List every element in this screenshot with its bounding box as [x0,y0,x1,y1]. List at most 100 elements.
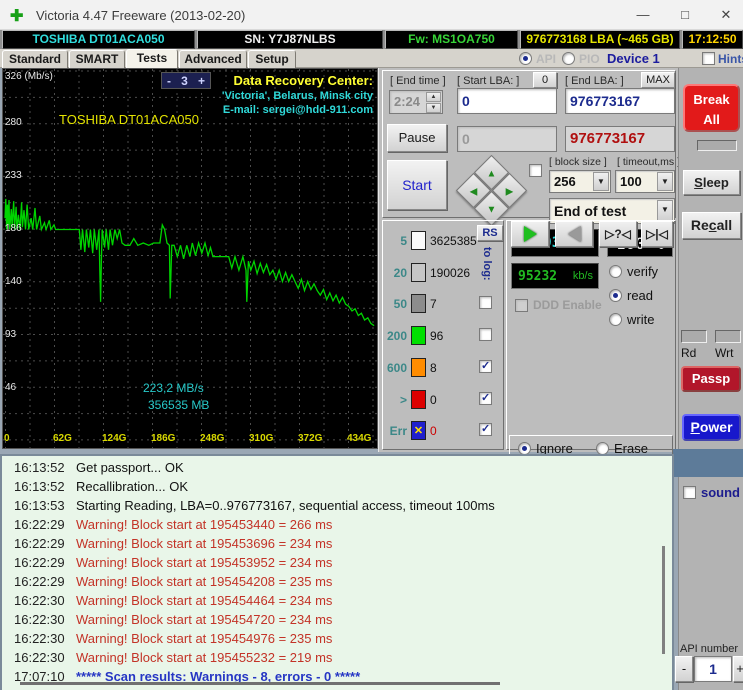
log-time: 16:22:29 [14,555,65,570]
log-row: 16:13:52 Get passport... OK [2,460,672,479]
start-lba-input[interactable] [457,88,557,114]
seek-question-button[interactable]: ▷?◁ [599,221,637,247]
play-button[interactable] [511,221,549,247]
pio-radio[interactable] [562,52,575,65]
log-row: 16:13:53 Starting Reading, LBA=0..9767731… [2,498,672,517]
current-speed-overlay: 223,2 MB/s [143,381,204,395]
back-button[interactable] [555,221,593,247]
maximize-button[interactable]: □ [668,0,702,29]
api-number-label: API number [680,643,739,655]
ddd-enable-label: DDD Enable [533,298,602,312]
legend-count: 190026 [430,265,471,280]
minimize-button[interactable]: — [626,0,660,29]
log-time: 16:22:30 [14,593,65,608]
end-time-spinner[interactable]: 2:24 ▲ ▼ [389,90,443,114]
dropdown-arrow-icon[interactable]: ▼ [593,172,609,191]
rd-label: Rd [681,346,697,360]
api-plus-button[interactable]: + [733,656,743,682]
log-vertical-scrollbar[interactable] [662,546,665,654]
power-button[interactable]: Power [682,414,741,441]
close-button[interactable]: ✕ [709,0,743,29]
log-message: Warning! Block start at 195453952 = 234 … [76,555,333,570]
pause-button[interactable]: Pause [387,124,447,152]
nav-down-icon: ▼ [486,204,497,216]
control-panel: [ End time ] 2:24 ▲ ▼ Pause Start [ Star… [378,68,680,523]
x-tick-label: 186G [151,433,176,444]
api-number-field[interactable]: 1 [694,656,732,682]
tab-smart[interactable]: SMART [69,50,125,68]
dropdown-arrow-icon[interactable]: ▼ [657,172,673,191]
sound-label: sound [701,485,740,500]
log-time: 16:13:52 [14,479,65,494]
legend-color-swatch [411,262,426,282]
y-tick-label: 233 [5,170,22,182]
busy-indicator [697,140,737,151]
sound-checkbox[interactable] [683,486,696,499]
y-axis-top-label: 326 (Mb/s) [5,71,53,82]
log-time: 16:22:30 [14,631,65,646]
legend-color-swatch [411,231,426,250]
legend-speed-label: 200 [386,329,407,344]
tab-setup[interactable]: Setup [248,50,296,68]
log-row: 16:13:52 Recallibration... OK [2,479,672,498]
drive-capacity: 976773168 LBA (~465 GB) [520,30,680,49]
log-time: 16:22:29 [14,517,65,532]
graph-zoom-plus[interactable]: + [198,74,205,88]
log-row: 16:22:29 Warning! Block start at 19545420… [2,574,672,593]
graph-zoom-minus[interactable]: - [167,74,171,88]
legend-speed-label: 5 [400,234,407,248]
verify-label: verify [627,264,659,279]
recall-button[interactable]: Recall [682,212,741,239]
end-lba-input[interactable] [565,88,675,114]
read-radio[interactable] [609,289,622,302]
target-lba-display: 976773167 [565,126,675,152]
block-size-dropdown[interactable]: 256 ▼ [549,170,611,193]
legend-log-checkbox[interactable] [479,296,492,310]
x-tick-label: 62G [53,433,72,444]
end-lba-label: [ End LBA: ] [565,75,624,87]
start-lba-label: [ Start LBA: ] [457,75,520,87]
title-bar: ✚ Victoria 4.47 Freeware (2013-02-20) — … [0,0,743,30]
graph-zoom-value: 3 [181,73,188,88]
back-icon [567,226,581,242]
speed-value: 95232 [518,269,558,284]
legend-log-checkbox[interactable] [479,328,492,342]
log-time: 16:22:29 [14,536,65,551]
hints-checkbox[interactable] [702,52,715,65]
tab-strip: Standard SMART Tests Advanced Setup API … [0,49,743,68]
legend-count: 0 [430,424,437,439]
ddd-enable-checkbox[interactable] [515,299,528,312]
sleep-button[interactable]: Sleep [683,170,740,195]
start-button[interactable]: Start [387,160,447,210]
log-row: 16:22:29 Warning! Block start at 19545344… [2,517,672,536]
timeout-dropdown[interactable]: 100 ▼ [615,170,675,193]
nav-checkbox[interactable] [529,164,542,177]
log-horizontal-scrollbar[interactable] [20,682,500,685]
end-time-up-icon[interactable]: ▲ [426,92,441,102]
seek-end-button[interactable]: ▷|◁ [641,221,673,247]
dropdown-arrow-icon[interactable]: ▼ [657,200,673,222]
rs-button[interactable]: RS [477,225,503,241]
max-lba-button[interactable]: MAX [641,72,675,88]
start-lba-zero-button[interactable]: 0 [533,72,557,88]
tab-standard[interactable]: Standard [2,50,68,68]
end-time-down-icon[interactable]: ▼ [426,103,441,113]
log-message: Warning! Block start at 195454976 = 235 … [76,631,333,646]
tab-tests[interactable]: Tests [126,49,178,68]
verify-radio[interactable] [609,265,622,278]
break-all-button[interactable]: Break All [683,84,740,132]
legend-log-checkbox[interactable] [479,359,492,373]
passp-button[interactable]: Passp [681,366,741,392]
legend-log-checkbox[interactable] [479,391,492,405]
tab-advanced[interactable]: Advanced [179,50,247,68]
log-message: Warning! Block start at 195453440 = 266 … [76,517,333,532]
write-radio[interactable] [609,313,622,326]
legend-log-checkbox[interactable] [479,422,492,437]
api-radio[interactable] [519,52,532,65]
graph-zoom-control[interactable]: - 3 + [161,72,211,89]
drive-model: TOSHIBA DT01ACA050 [2,30,195,49]
log-row: 16:22:30 Warning! Block start at 19545523… [2,650,672,669]
api-minus-button[interactable]: - [675,656,693,682]
legend-color-swatch [411,389,426,409]
log-message: Warning! Block start at 195454720 = 234 … [76,612,333,627]
